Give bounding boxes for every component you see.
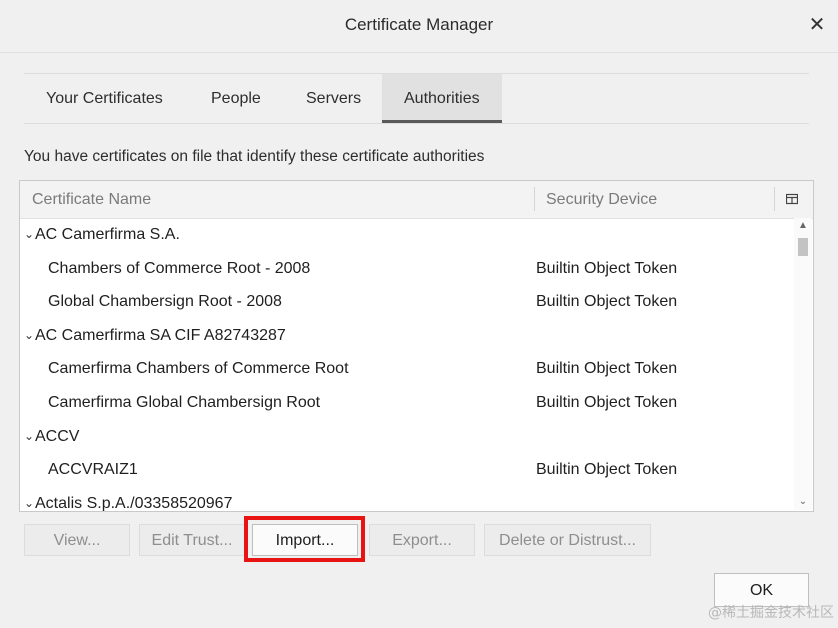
security-device: Builtin Object Token (536, 259, 678, 277)
view-button[interactable]: View... (24, 524, 130, 556)
certificate-name: AC Camerfirma SA CIF A82743287 (35, 326, 286, 344)
certificate-name: AC Camerfirma S.A. (35, 226, 180, 243)
column-security-device[interactable]: Security Device (546, 191, 657, 209)
certificate-name: Actalis S.p.A./03358520967 (35, 494, 233, 512)
security-device: Builtin Object Token (536, 293, 678, 311)
tree-group-row[interactable]: ⌄ AC Camerfirma SA CIF A82743287 (20, 319, 794, 353)
column-divider[interactable] (774, 187, 775, 211)
tab-authorities[interactable]: Authorities (382, 74, 502, 123)
tree-cert-row[interactable]: Chambers of Commerce Root - 2008 Builtin … (20, 252, 794, 286)
scroll-thumb[interactable] (798, 238, 808, 256)
expand-chevron-icon[interactable]: ⌄ (24, 218, 34, 252)
tree-header: Certificate Name Security Device (20, 181, 813, 219)
scroll-down-icon[interactable]: ⌄ (794, 494, 812, 510)
tab-people[interactable]: People (189, 74, 283, 123)
edit-trust-button[interactable]: Edit Trust... (139, 524, 245, 556)
watermark-text: @稀土掘金技术社区 (708, 605, 834, 621)
tab-servers[interactable]: Servers (284, 74, 383, 123)
expand-chevron-icon[interactable]: ⌄ (24, 487, 34, 511)
certificate-name: Camerfirma Global Chambersign Root (48, 393, 321, 411)
column-certificate-name[interactable]: Certificate Name (32, 191, 151, 209)
scroll-up-icon[interactable]: ▲ (794, 218, 812, 234)
export-button[interactable]: Export... (369, 524, 475, 556)
security-device: Builtin Object Token (536, 393, 678, 411)
column-picker-icon[interactable] (786, 193, 798, 205)
tab-strip: Your Certificates People Servers Authori… (24, 73, 809, 124)
tree-cert-row[interactable]: ACCVRAIZ1 Builtin Object Token (20, 453, 794, 487)
column-divider[interactable] (534, 187, 535, 211)
vertical-scrollbar[interactable]: ▲ ⌄ (794, 218, 812, 510)
certificate-name: Global Chambersign Root - 2008 (48, 293, 282, 311)
window-title: Certificate Manager (344, 15, 494, 34)
tab-your-certificates[interactable]: Your Certificates (24, 74, 185, 123)
import-highlight-box (244, 516, 365, 562)
certificate-name: Chambers of Commerce Root - 2008 (48, 259, 311, 277)
tree-cert-row[interactable]: Global Chambersign Root - 2008 Builtin Ob… (20, 285, 794, 319)
expand-chevron-icon[interactable]: ⌄ (24, 420, 34, 454)
tree-group-row[interactable]: ⌄ ACCV (20, 420, 794, 454)
tree-cert-row[interactable]: Camerfirma Global Chambersign Root Builti… (20, 386, 794, 420)
certificate-name: Camerfirma Chambers of Commerce Root (48, 360, 349, 378)
security-device: Builtin Object Token (536, 461, 678, 479)
tree-group-row[interactable]: ⌄ Actalis S.p.A./03358520967 (20, 487, 794, 512)
security-device: Builtin Object Token (536, 360, 678, 378)
tree-cert-row[interactable]: Camerfirma Chambers of Commerce Root Buil… (20, 352, 794, 386)
tree-group-row[interactable]: ⌄ AC Camerfirma S.A. (20, 218, 794, 252)
delete-or-distrust-button[interactable]: Delete or Distrust... (484, 524, 651, 556)
certificate-name: ACCVRAIZ1 (48, 461, 138, 479)
expand-chevron-icon[interactable]: ⌄ (24, 319, 34, 353)
certificate-tree[interactable]: Certificate Name Security Device ⌄ AC Cam… (19, 180, 814, 512)
description-text: You have certificates on file that ident… (24, 148, 485, 165)
certificate-name: ACCV (35, 427, 80, 445)
tree-rows: ⌄ AC Camerfirma S.A. Chambers of Commerce … (20, 218, 794, 512)
title-bar: Certificate Manager ✕ (0, 0, 838, 53)
close-button[interactable]: ✕ (804, 12, 830, 38)
